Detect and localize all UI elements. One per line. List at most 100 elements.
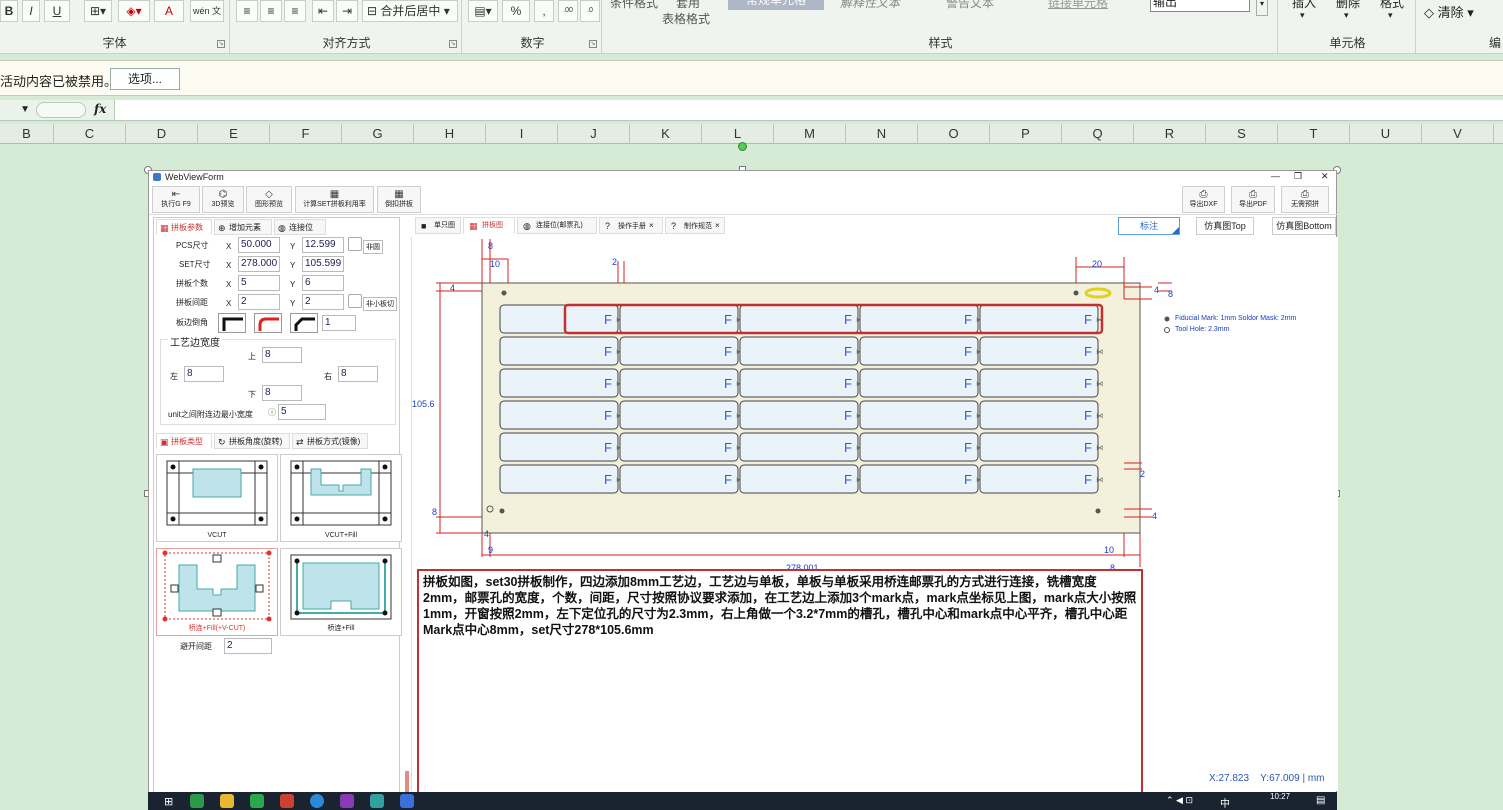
edge-left-input[interactable]: 8 <box>184 366 224 382</box>
column-header[interactable]: P <box>990 124 1062 144</box>
tab-connection[interactable]: ◍ 连接位 <box>274 219 326 235</box>
fill-color-button[interactable]: ◈▾ <box>118 0 150 22</box>
bold-button[interactable]: B <box>0 0 18 22</box>
edge-right-input[interactable]: 8 <box>338 366 378 382</box>
close-button[interactable]: ✕ <box>1321 171 1329 182</box>
style-normal[interactable]: 常规单元格 <box>728 0 824 10</box>
formula-input[interactable] <box>114 100 1503 120</box>
column-header[interactable]: T <box>1278 124 1350 144</box>
accounting-button[interactable]: ▤▾ <box>468 0 498 22</box>
percent-button[interactable]: % <box>502 0 530 22</box>
set-x-input[interactable]: 278.000 <box>238 256 280 272</box>
notification-icon[interactable]: ▤ <box>1316 795 1325 806</box>
count-x-stepper[interactable]: 5 <box>238 275 280 291</box>
gap-y-input[interactable]: 2 <box>302 294 344 310</box>
graphic-preview-button[interactable]: ◇ 图形预览 <box>246 186 292 213</box>
close-icon[interactable]: × <box>715 221 720 230</box>
column-header[interactable]: I <box>486 124 558 144</box>
pcs-y-input[interactable]: 12.599 <box>302 237 344 253</box>
tab-panel-type[interactable]: ▣ 拼板类型 <box>156 433 212 449</box>
conditional-format-button[interactable]: 条件格式 <box>610 0 658 11</box>
app-icon[interactable] <box>250 794 264 808</box>
comma-button[interactable]: , <box>534 0 554 22</box>
windows-start-icon[interactable]: ⊞ <box>164 795 173 808</box>
fx-icon[interactable]: fx <box>94 102 106 116</box>
decrease-indent-button[interactable]: ⇤ <box>312 0 334 22</box>
annotate-button[interactable]: 标注 <box>1118 217 1180 235</box>
options-button[interactable]: 选项... <box>110 68 180 90</box>
increase-indent-button[interactable]: ⇥ <box>336 0 358 22</box>
reverse-panel-button[interactable]: ▦ 倒扣拼板 <box>377 186 421 213</box>
type-card-bridge-fill[interactable]: 桥连+Fill <box>280 548 402 636</box>
app-icon[interactable] <box>370 794 384 808</box>
style-explanatory[interactable]: 解释性文本 <box>840 0 900 11</box>
tab-panel-mirror[interactable]: ⇄ 拼板方式(镜像) <box>292 433 368 449</box>
sim-top-button[interactable]: 仿真图Top <box>1196 217 1254 235</box>
minimize-button[interactable]: — <box>1271 171 1280 181</box>
tab-manual[interactable]: ? 操作手册 × <box>599 217 663 234</box>
export-pdf-button[interactable]: ⎙ 导出PDF <box>1231 186 1275 213</box>
browser-icon[interactable] <box>310 794 324 808</box>
column-header[interactable]: V <box>1422 124 1494 144</box>
column-header[interactable]: O <box>918 124 990 144</box>
corner-round-option[interactable] <box>254 313 282 333</box>
clear-button[interactable]: ◇ 清除 ▾ <box>1424 2 1474 21</box>
formula-search[interactable] <box>36 102 86 118</box>
underline-button[interactable]: U <box>44 0 70 22</box>
help-icon[interactable]: ⓘ <box>268 407 276 418</box>
close-icon[interactable]: × <box>649 221 654 230</box>
column-header[interactable]: K <box>630 124 702 144</box>
border-button[interactable]: ⊞▾ <box>84 0 112 22</box>
type-card-vcut[interactable]: VCUT <box>156 454 278 542</box>
rotate-handle[interactable] <box>738 142 747 151</box>
clock[interactable]: 10:27 <box>1270 792 1290 801</box>
nonround-checkbox[interactable] <box>348 237 362 251</box>
description-note[interactable]: 拼板如图，set30拼板制作，四边添加8mm工艺边，工艺边与单板，单板与单板采用… <box>417 569 1143 810</box>
folder-icon[interactable] <box>220 794 234 808</box>
restore-button[interactable]: ❐ <box>1294 171 1302 182</box>
column-header[interactable]: M <box>774 124 846 144</box>
app-icon[interactable] <box>340 794 354 808</box>
type-card-vcut-fill[interactable]: VCUT+Fill <box>280 454 402 542</box>
phonetic-button[interactable]: wén 文 <box>190 0 224 22</box>
app-icon[interactable] <box>190 794 204 808</box>
style-output[interactable]: 输出 <box>1150 0 1250 12</box>
column-header[interactable]: B <box>0 124 54 144</box>
tab-panel-params[interactable]: ▦ 拼板参数 <box>156 219 212 235</box>
font-color-button[interactable]: A <box>154 0 184 22</box>
set-y-input[interactable]: 105.599 <box>302 256 344 272</box>
tab-add-element[interactable]: ⊕ 增加元素 <box>214 219 272 235</box>
dialog-launcher-icon[interactable]: ↘ <box>217 40 225 48</box>
corner-chamfer-option[interactable] <box>290 313 318 333</box>
tab-single-board[interactable]: ■ 单只图 <box>415 217 461 234</box>
column-header[interactable]: U <box>1350 124 1422 144</box>
merge-center-button[interactable]: ⊟ 合并后居中 ▾ <box>362 0 458 22</box>
small-cut-checkbox[interactable] <box>348 294 362 308</box>
corner-square-option[interactable] <box>218 313 246 333</box>
unit-min-width-input[interactable]: 5 <box>278 404 326 420</box>
column-header[interactable]: E <box>198 124 270 144</box>
tray-icons[interactable]: ⌃ ◀ ⊡ <box>1166 795 1193 806</box>
column-header[interactable]: R <box>1134 124 1206 144</box>
align-center-button[interactable]: ≡ <box>260 0 282 22</box>
ime-indicator[interactable]: 中 <box>1220 795 1230 810</box>
type-card-bridge-fill-vcut[interactable]: 桥连+Fill(+V-CUT) <box>156 548 278 636</box>
tab-panel-angle[interactable]: ↻ 拼板角度(旋转) <box>214 433 290 449</box>
column-header[interactable]: N <box>846 124 918 144</box>
calc-utilization-button[interactable]: ▦ 计算SET拼板利用率 <box>295 186 374 213</box>
gap-x-input[interactable]: 2 <box>238 294 280 310</box>
table-format-button[interactable]: 表格格式 <box>662 10 710 27</box>
edge-top-input[interactable]: 8 <box>262 347 302 363</box>
avoid-gap-input[interactable]: 2 <box>224 638 272 654</box>
column-header[interactable]: S <box>1206 124 1278 144</box>
count-y-stepper[interactable]: 6 <box>302 275 344 291</box>
align-right-button[interactable]: ≡ <box>284 0 306 22</box>
column-header[interactable]: G <box>342 124 414 144</box>
export-dxf-button[interactable]: ⎙ 导出DXF <box>1182 186 1225 213</box>
column-header[interactable]: C <box>54 124 126 144</box>
sim-bottom-button[interactable]: 仿真图Bottom <box>1272 217 1336 235</box>
preview-3d-button[interactable]: ⌬ 3D预览 <box>202 186 244 213</box>
tab-stamp-hole[interactable]: ◍ 连接位(邮票孔) <box>517 217 597 234</box>
italic-button[interactable]: I <box>22 0 40 22</box>
tab-panel-drawing[interactable]: ▦ 拼板图 <box>463 217 515 234</box>
